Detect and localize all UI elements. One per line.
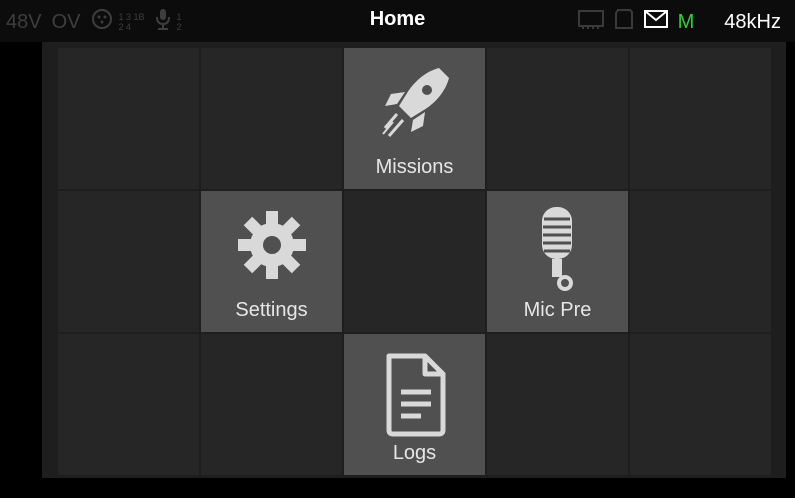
memory-card-icon xyxy=(577,8,604,36)
microphone-icon xyxy=(487,205,628,295)
gear-icon xyxy=(201,205,342,285)
empty-tile xyxy=(201,48,342,189)
tile-label: Settings xyxy=(235,299,308,321)
empty-tile xyxy=(630,191,771,332)
home-grid: Missions Settings Mic Pre Logs xyxy=(58,48,771,475)
bottom-bar xyxy=(0,478,795,498)
empty-tile xyxy=(58,48,199,189)
document-icon xyxy=(344,348,485,438)
status-right: M 48kHz xyxy=(577,8,781,36)
tile-label: Missions xyxy=(375,156,454,178)
empty-tile xyxy=(344,191,485,332)
settings-tile[interactable]: Settings xyxy=(201,191,342,332)
empty-tile xyxy=(487,334,628,475)
missions-tile[interactable]: Missions xyxy=(344,48,485,189)
mode-indicator: M xyxy=(677,10,695,33)
empty-tile xyxy=(487,48,628,189)
empty-tile xyxy=(630,334,771,475)
tile-label: Logs xyxy=(392,442,437,464)
empty-tile xyxy=(58,191,199,332)
empty-tile xyxy=(630,48,771,189)
empty-tile xyxy=(58,334,199,475)
sd-card-icon xyxy=(614,8,634,36)
logs-tile[interactable]: Logs xyxy=(344,334,485,475)
mic-pre-tile[interactable]: Mic Pre xyxy=(487,191,628,332)
tile-label: Mic Pre xyxy=(523,299,592,321)
status-bar: 48V OV 1 3 1B 2 4 1 2 Home M 48kHz xyxy=(0,0,795,42)
sample-rate: 48kHz xyxy=(724,10,781,33)
rocket-icon xyxy=(344,62,485,162)
empty-tile xyxy=(201,334,342,475)
mail-icon[interactable] xyxy=(643,10,668,34)
